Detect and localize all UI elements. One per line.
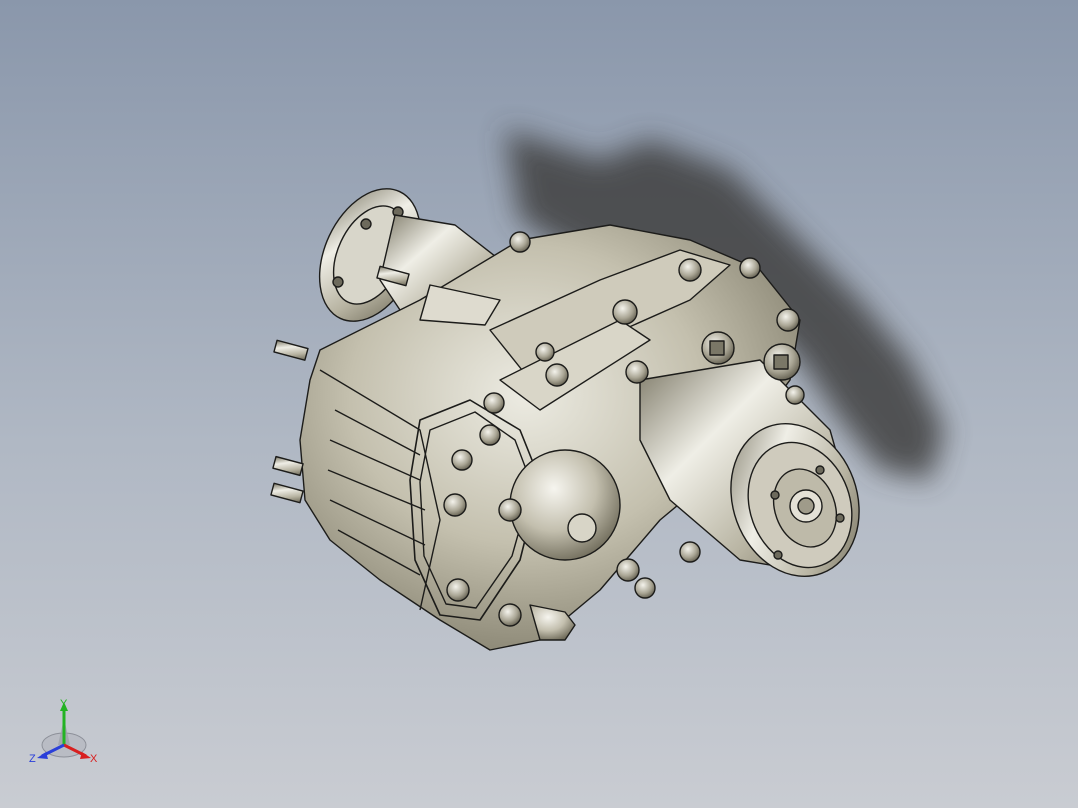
triad-y-label: Y: [60, 698, 68, 710]
model-canvas[interactable]: Y X Z: [0, 0, 1078, 808]
triad-z-label: Z: [29, 753, 36, 765]
triad-x-label: X: [90, 753, 98, 765]
cad-graphics-viewport[interactable]: Y X Z: [0, 0, 1078, 808]
front-dome[interactable]: [509, 449, 621, 561]
